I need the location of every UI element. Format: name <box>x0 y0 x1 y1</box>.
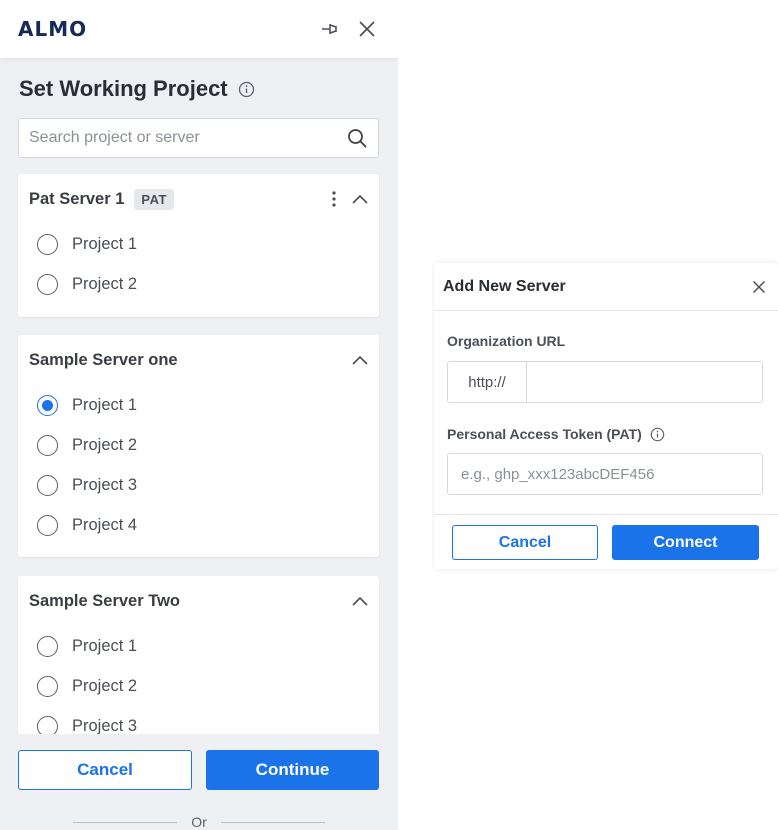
header-actions <box>320 20 376 38</box>
org-url-label: Organization URL <box>447 333 565 349</box>
pat-label: Personal Access Token (PAT) <box>447 426 665 442</box>
divider-line <box>220 821 325 823</box>
server-card-actions <box>331 190 369 208</box>
project-option[interactable]: Project 1 <box>18 385 379 425</box>
dialog-divider <box>434 514 778 515</box>
panel-header: ALMO <box>0 0 398 58</box>
project-label: Project 3 <box>72 716 138 735</box>
server-card-header: Pat Server 1 PAT <box>18 174 379 224</box>
pat-input[interactable] <box>447 453 763 495</box>
org-url-input[interactable] <box>527 362 762 402</box>
project-option[interactable]: Project 1 <box>18 224 379 264</box>
server-card-sample-server-one: Sample Server one Project 1 Project 2 Pr… <box>18 335 379 557</box>
project-option[interactable]: Project 3 <box>18 465 379 505</box>
info-icon[interactable] <box>238 81 255 98</box>
chevron-up-icon[interactable] <box>351 595 369 607</box>
more-vertical-icon[interactable] <box>331 190 337 208</box>
or-divider: Or <box>0 814 398 830</box>
server-name: Sample Server one <box>29 350 178 369</box>
radio-button-selected[interactable] <box>37 394 58 416</box>
info-icon[interactable] <box>650 427 665 442</box>
project-label: Project 1 <box>72 636 138 655</box>
project-panel: ALMO Set Working Project Pat Server 1 PA… <box>0 0 398 830</box>
project-label: Project 1 <box>72 234 138 253</box>
org-url-label-text: Organization URL <box>447 333 566 349</box>
radio-button[interactable] <box>37 514 58 536</box>
or-text: Or <box>191 814 207 830</box>
chevron-up-icon[interactable] <box>351 193 369 205</box>
continue-button[interactable]: Continue <box>206 750 379 790</box>
dialog-title: Add New Server <box>443 277 566 295</box>
project-option[interactable]: Project 1 <box>18 626 379 666</box>
cancel-button[interactable]: Cancel <box>18 750 192 790</box>
server-name: Pat Server 1 <box>29 189 125 208</box>
project-label: Project 2 <box>72 274 138 293</box>
radio-button[interactable] <box>37 434 58 456</box>
search-box <box>18 118 379 158</box>
server-name: Sample Server Two <box>29 591 181 610</box>
project-label: Project 1 <box>72 395 138 414</box>
close-icon[interactable] <box>752 280 766 294</box>
connect-button[interactable]: Connect <box>612 525 759 560</box>
project-label: Project 4 <box>72 515 138 534</box>
radio-button[interactable] <box>37 675 58 697</box>
search-icon[interactable] <box>347 128 368 149</box>
pat-label-text: Personal Access Token (PAT) <box>447 426 642 442</box>
divider-line <box>73 821 178 823</box>
project-label: Project 2 <box>72 435 138 454</box>
radio-button[interactable] <box>37 635 58 657</box>
server-card-pat-server-1: Pat Server 1 PAT Project 1 Project 2 <box>18 174 379 317</box>
page-title: Set Working Project <box>19 76 228 101</box>
project-option[interactable]: Project 2 <box>18 666 379 706</box>
panel-title-row: Set Working Project <box>19 76 255 102</box>
project-label: Project 2 <box>72 676 138 695</box>
panel-footer: Cancel Continue Or <box>0 734 398 830</box>
url-prefix: http:// <box>448 362 527 402</box>
chevron-up-icon[interactable] <box>351 354 369 366</box>
dialog-header: Add New Server <box>434 263 778 311</box>
server-card-header: Sample Server one <box>18 335 379 385</box>
add-server-dialog: Add New Server Organization URL http:// … <box>434 263 778 569</box>
radio-button[interactable] <box>37 474 58 496</box>
pin-icon[interactable] <box>320 21 342 37</box>
radio-button[interactable] <box>37 233 58 255</box>
project-option[interactable]: Project 2 <box>18 264 379 304</box>
org-url-field: http:// <box>447 361 763 403</box>
dialog-cancel-button[interactable]: Cancel <box>452 525 598 560</box>
server-card-header: Sample Server Two <box>18 576 379 626</box>
project-option[interactable]: Project 4 <box>18 505 379 545</box>
radio-button[interactable] <box>37 273 58 295</box>
close-icon[interactable] <box>358 20 376 38</box>
project-option[interactable]: Project 2 <box>18 425 379 465</box>
pat-badge: PAT <box>134 188 174 210</box>
search-input[interactable] <box>29 129 347 147</box>
server-title-wrap: Pat Server 1 PAT <box>29 188 174 210</box>
brand-logo: ALMO <box>18 17 88 41</box>
project-label: Project 3 <box>72 475 138 494</box>
